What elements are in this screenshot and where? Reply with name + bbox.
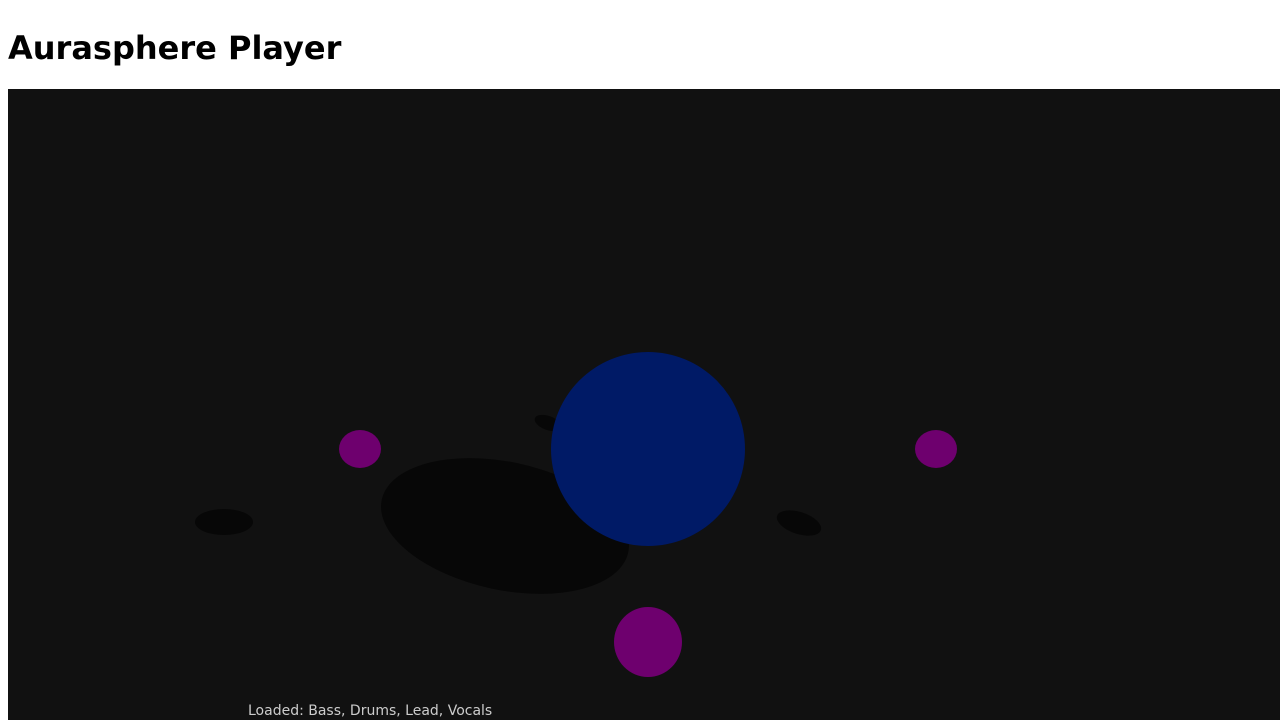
visualizer-canvas[interactable]: Loaded: Bass, Drums, Lead, Vocals	[8, 89, 1280, 720]
page-title: Aurasphere Player	[8, 29, 342, 67]
track-node-right[interactable]	[915, 430, 957, 468]
status-text: Loaded: Bass, Drums, Lead, Vocals	[248, 703, 493, 719]
left-node-shadow	[195, 509, 253, 535]
track-node-front[interactable]	[614, 607, 682, 677]
track-node-left[interactable]	[339, 430, 381, 468]
center-sphere[interactable]	[551, 352, 745, 546]
visualizer-scene	[195, 352, 957, 677]
right-node-shadow	[776, 510, 822, 536]
